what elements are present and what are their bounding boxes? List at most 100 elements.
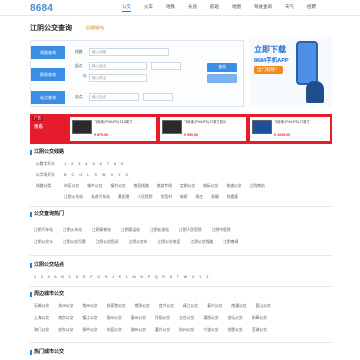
city-link[interactable]: 泰兴公交	[207, 304, 222, 309]
city-link[interactable]: 芜湖公交	[252, 328, 267, 333]
stop-input[interactable]: 输入站点	[89, 93, 139, 101]
landmark-link[interactable]: 徐霞客	[227, 195, 238, 200]
stop-letter-link[interactable]: X	[192, 275, 195, 279]
stop-letter-link[interactable]: S	[170, 275, 173, 279]
city-link[interactable]: 南通公交	[231, 304, 246, 309]
hot-link[interactable]: 江阴长途站	[150, 228, 169, 233]
hot-link[interactable]: 江阴汽车站	[34, 228, 53, 233]
city-link[interactable]: 溧阳公交	[203, 316, 218, 321]
line-link[interactable]: B	[64, 173, 67, 177]
line-link[interactable]: S	[94, 173, 97, 177]
stop-letter-link[interactable]: R	[162, 275, 165, 279]
line-link[interactable]: 4	[85, 162, 87, 166]
stop-letter-link[interactable]: Q	[155, 275, 158, 279]
stop-letter-link[interactable]: D	[76, 275, 79, 279]
transfer-search-button[interactable]: 查询	[207, 63, 237, 72]
landmark-link[interactable]: 人民医院	[137, 195, 152, 200]
city-link[interactable]: 苏州公交	[58, 304, 73, 309]
line-link[interactable]: 6	[100, 162, 102, 166]
city-link[interactable]: 合肥公交	[228, 328, 243, 333]
stop-letter-link[interactable]: 1	[34, 275, 36, 279]
category-link[interactable]: 定制公交	[180, 184, 195, 189]
city-link[interactable]: 湖州公交	[131, 328, 146, 333]
city-link[interactable]: 丹阳公交	[155, 316, 170, 321]
line-link[interactable]: W	[102, 173, 106, 177]
stop-letter-link[interactable]: L	[126, 275, 128, 279]
line-link[interactable]: Y	[118, 173, 121, 177]
stop-letter-link[interactable]: W	[184, 275, 188, 279]
category-link[interactable]: 快速公交	[226, 184, 241, 189]
landmark-link[interactable]: 周庄	[196, 195, 204, 200]
transfer-clear-button[interactable]	[207, 74, 237, 83]
stop-search-label[interactable]: 站点查询	[31, 91, 65, 104]
hot-link[interactable]: 江阴公交电话	[158, 240, 181, 245]
city-link[interactable]: 扬州公交	[107, 316, 122, 321]
city-link[interactable]: 宁波公交	[203, 328, 218, 333]
swap-icon[interactable]: 换	[83, 74, 87, 79]
category-link[interactable]: 城乡公交	[87, 184, 102, 189]
landmark-link[interactable]: 江阴火车站	[64, 195, 83, 200]
stop-letter-link[interactable]: E	[83, 275, 86, 279]
nav-map[interactable]: 地图	[232, 4, 241, 12]
nav-train[interactable]: 火车	[144, 4, 153, 12]
category-link[interactable]: 镇村公交	[110, 184, 125, 189]
nav-coach[interactable]: 长途	[188, 4, 197, 12]
line-link[interactable]: 9	[121, 162, 123, 166]
transfer-option-select[interactable]	[151, 62, 181, 70]
stop-letter-link[interactable]: 3	[47, 275, 49, 279]
city-link[interactable]: 南京公交	[58, 316, 73, 321]
stop-letter-link[interactable]: K	[119, 275, 122, 279]
app-download-ad[interactable]: 立即下载 8684手机APP 出门就晓！	[250, 37, 332, 107]
line-input[interactable]: 输入线路	[89, 48, 169, 56]
line-link[interactable]: 8	[114, 162, 116, 166]
city-link[interactable]: 昆山公交	[255, 304, 270, 309]
city-link[interactable]: 嘉兴公交	[155, 328, 170, 333]
city-link[interactable]: 句容公交	[107, 328, 122, 333]
line-link[interactable]: G	[79, 173, 82, 177]
category-link[interactable]: 夜班线路	[134, 184, 149, 189]
city-link[interactable]: 无锡公交	[34, 304, 49, 309]
hot-link[interactable]: 江阴人民医院	[179, 228, 202, 233]
nav-flight[interactable]: 航班	[210, 4, 219, 12]
hot-link[interactable]: 江阴火车站	[63, 228, 82, 233]
city-link[interactable]: 金坛公交	[228, 316, 243, 321]
line-link[interactable]: 5	[93, 162, 95, 166]
category-link[interactable]: 旅游专线	[157, 184, 172, 189]
transfer-to-input[interactable]: 输入终点	[89, 74, 147, 82]
hot-link[interactable]: 江阴客运站	[121, 228, 140, 233]
category-link[interactable]: 城际公交	[203, 184, 218, 189]
stop-letter-link[interactable]: M	[132, 275, 135, 279]
city-link[interactable]: 启东公交	[58, 328, 73, 333]
nav-jobs[interactable]: 招聘	[307, 4, 316, 12]
line-link[interactable]: X	[111, 173, 114, 177]
hot-link[interactable]: 江阴公交车	[129, 240, 148, 245]
city-link[interactable]: 扬中公交	[82, 328, 97, 333]
hot-link[interactable]: 江阴公交卡	[34, 240, 53, 245]
city-link[interactable]: 上海公交	[34, 316, 49, 321]
city-link[interactable]: 太仓公交	[179, 316, 194, 321]
line-link[interactable]: Z	[126, 173, 128, 177]
ad-product-3[interactable]: 飞利浦 (PHILIPS) 27英寸 ¥ 1099.00	[250, 117, 330, 141]
city-link[interactable]: 海门公交	[34, 328, 49, 333]
city-link[interactable]: 常熟公交	[135, 304, 150, 309]
stop-letter-link[interactable]: B	[61, 275, 64, 279]
category-link[interactable]: 江阴南站	[250, 184, 265, 189]
stop-option-select[interactable]	[143, 93, 173, 101]
line-link[interactable]: 7	[107, 162, 109, 166]
city-link[interactable]: 宜兴公交	[159, 304, 174, 309]
nav-weather[interactable]: 天气	[285, 4, 294, 12]
line-link[interactable]: C	[72, 173, 75, 177]
hot-link[interactable]: 江阴南闸	[223, 240, 238, 245]
line-search-label[interactable]: 线路查询	[31, 46, 65, 59]
site-logo[interactable]: 8684	[30, 3, 53, 14]
city-link[interactable]: 镇江公交	[82, 316, 97, 321]
nav-driving[interactable]: 驾驶查询	[254, 4, 272, 12]
line-link[interactable]: 1	[64, 162, 66, 166]
hot-link[interactable]: 江阴中医院	[212, 228, 231, 233]
stop-letter-link[interactable]: G	[97, 275, 100, 279]
line-link[interactable]: 2	[71, 162, 73, 166]
transfer-search-label[interactable]: 换乘查询	[31, 68, 65, 81]
stop-letter-link[interactable]: T	[177, 275, 179, 279]
stop-letter-link[interactable]: C	[68, 275, 71, 279]
stop-letter-link[interactable]: A	[54, 275, 57, 279]
